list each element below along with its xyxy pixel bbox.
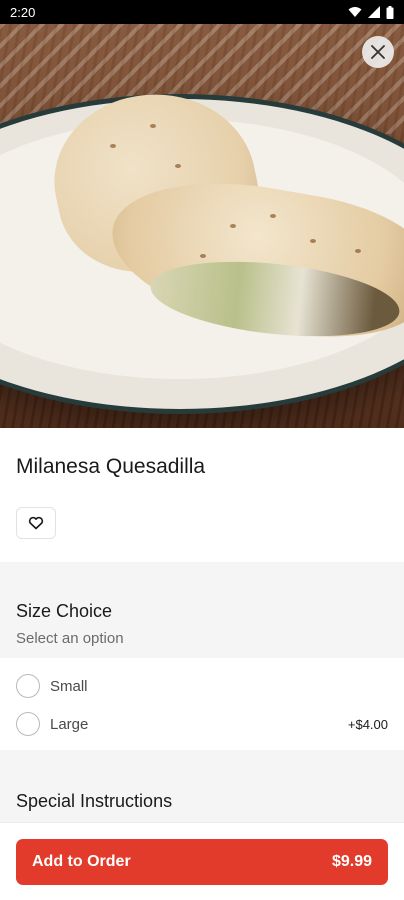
size-choice-title: Size Choice	[16, 601, 113, 621]
special-instructions-title: Special Instructions	[16, 791, 173, 811]
battery-icon	[386, 5, 394, 19]
grill-mark	[200, 254, 206, 258]
status-bar: 2:20	[0, 0, 404, 24]
add-to-order-label: Add to Order	[32, 853, 131, 870]
option-price-large: +$4.00	[347, 716, 388, 732]
option-large[interactable]: Large +$4.00	[0, 705, 404, 743]
close-button[interactable]	[362, 36, 394, 68]
grill-mark	[270, 214, 276, 218]
status-time: 2:20	[10, 4, 36, 20]
radio-large[interactable]	[16, 712, 40, 736]
item-image	[0, 24, 404, 428]
wifi-icon	[348, 7, 362, 17]
option-label-large: Large	[50, 715, 89, 733]
grill-mark	[230, 224, 236, 228]
close-icon	[371, 45, 385, 59]
grill-mark	[310, 239, 316, 243]
size-choice-subtitle: Select an option	[16, 630, 124, 647]
option-small[interactable]: Small	[0, 667, 404, 705]
order-total-price: $9.99	[331, 853, 372, 870]
bottom-bar: Add to Order $9.99	[0, 822, 404, 900]
grill-mark	[150, 124, 156, 128]
grill-mark	[175, 164, 181, 168]
grill-mark	[355, 249, 361, 253]
status-icons	[348, 5, 394, 19]
add-to-order-button[interactable]: Add to Order $9.99	[16, 839, 388, 885]
favorite-button[interactable]	[16, 507, 56, 539]
heart-icon	[28, 516, 44, 530]
signal-icon	[368, 6, 380, 18]
radio-small[interactable]	[16, 674, 40, 698]
grill-mark	[110, 144, 116, 148]
option-label-small: Small	[50, 677, 88, 695]
item-title: Milanesa Quesadilla	[16, 455, 206, 478]
